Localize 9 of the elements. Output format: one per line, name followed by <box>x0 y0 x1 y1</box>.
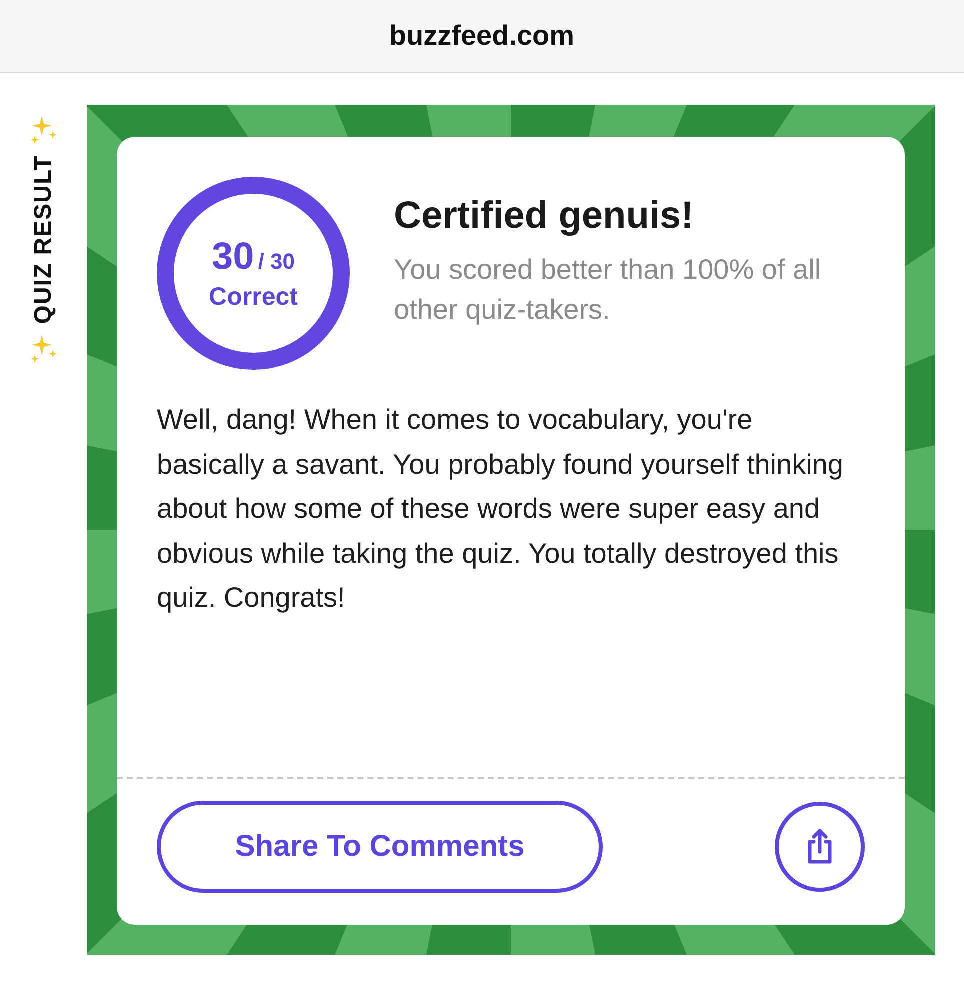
address-bar-url[interactable]: buzzfeed.com <box>389 20 575 52</box>
score-total: / 30 <box>258 248 295 274</box>
score-label: Correct <box>209 282 298 312</box>
score-value: 30 <box>212 236 254 278</box>
result-title: Certified genuis! <box>394 195 695 238</box>
share-to-comments-button[interactable]: Share To Comments <box>157 801 603 893</box>
result-description: Well, dang! When it comes to vocabulary, you're basically a savant. You probably found yourself thinking about how some of these words were super easy and obvious while taking the quiz. You totally destroyed this quiz. Congrats! <box>156 403 844 615</box>
section-label: QUIZ RESULT <box>30 155 58 324</box>
result-subtitle: You scored better than 100% of all other quiz-takers. <box>394 253 822 327</box>
